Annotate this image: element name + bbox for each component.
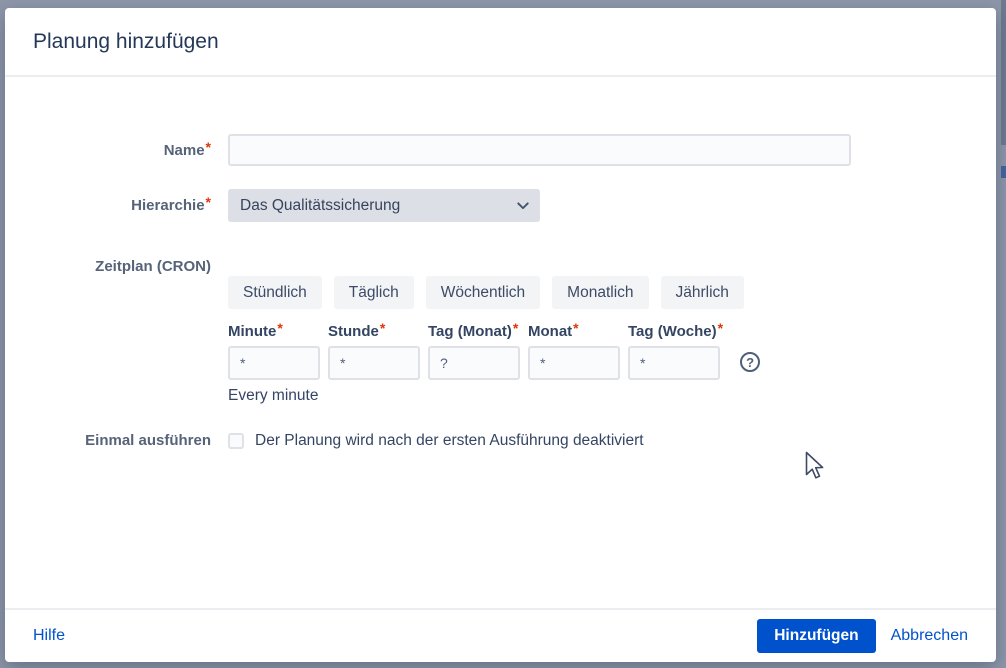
- cron-label: Zeitplan (CRON): [33, 258, 211, 276]
- cron-day-of-week-input[interactable]: [628, 346, 720, 380]
- footer-actions: Hinzufügen Abbrechen: [757, 619, 968, 653]
- cron-hour-col: Stunde*: [328, 322, 420, 380]
- required-asterisk: *: [206, 139, 211, 155]
- hierarchy-label: Hierarchie*: [33, 196, 211, 215]
- cron-hour-label: Stunde*: [328, 322, 420, 341]
- hierarchy-select[interactable]: Das Qualitätssicherung: [228, 189, 540, 222]
- dialog-body: Name* Hierarchie* Das Qualitätssicherung…: [5, 77, 996, 608]
- cron-minute-label: Minute*: [228, 322, 320, 341]
- cron-day-of-month-col: Tag (Monat)*: [428, 322, 520, 380]
- background-page-fragment: [1001, 166, 1006, 178]
- dialog-title: Planung hinzufügen: [33, 28, 968, 56]
- cron-description: Every minute: [228, 387, 760, 405]
- add-schedule-dialog: Planung hinzufügen Name* Hierarchie* Das…: [5, 8, 996, 662]
- run-once-checkbox-label: Der Planung wird nach der ersten Ausführ…: [255, 432, 644, 450]
- run-once-checkbox-wrap: Der Planung wird nach der ersten Ausführ…: [228, 432, 644, 450]
- preset-weekly-button[interactable]: Wöchentlich: [426, 276, 540, 309]
- required-asterisk: *: [206, 194, 211, 210]
- name-label: Name*: [33, 141, 211, 160]
- cron-group: Stündlich Täglich Wöchentlich Monatlich …: [228, 258, 760, 405]
- required-asterisk: *: [380, 320, 385, 336]
- preset-daily-button[interactable]: Täglich: [334, 276, 414, 309]
- cron-month-label: Monat*: [528, 322, 620, 341]
- cron-day-of-week-label: Tag (Woche)*: [628, 322, 723, 341]
- dimmed-page-overlay: Planung hinzufügen Name* Hierarchie* Das…: [0, 0, 1006, 668]
- background-page-fragment: [1001, 0, 1006, 145]
- cron-hour-input[interactable]: [328, 346, 420, 380]
- cron-month-col: Monat*: [528, 322, 620, 380]
- cron-day-of-month-input[interactable]: [428, 346, 520, 380]
- preset-hourly-button[interactable]: Stündlich: [228, 276, 322, 309]
- name-input[interactable]: [228, 134, 851, 166]
- help-icon[interactable]: ?: [740, 352, 760, 372]
- add-button[interactable]: Hinzufügen: [757, 619, 875, 653]
- required-asterisk: *: [513, 320, 518, 336]
- chevron-down-icon: [517, 202, 529, 210]
- required-asterisk: *: [277, 320, 282, 336]
- required-asterisk: *: [718, 320, 723, 336]
- dialog-footer: Hilfe Hinzufügen Abbrechen: [5, 608, 996, 662]
- cron-month-input[interactable]: [528, 346, 620, 380]
- cron-day-of-month-label: Tag (Monat)*: [428, 322, 520, 341]
- name-field-row: Name*: [33, 134, 968, 166]
- cron-presets: Stündlich Täglich Wöchentlich Monatlich …: [228, 276, 760, 309]
- cron-minute-col: Minute*: [228, 322, 320, 380]
- run-once-field-row: Einmal ausführen Der Planung wird nach d…: [33, 432, 968, 450]
- hierarchy-field-row: Hierarchie* Das Qualitätssicherung: [33, 189, 968, 222]
- cron-fields: Minute* Stunde* Tag (Monat)* Monat*: [228, 322, 760, 380]
- hierarchy-selected-value: Das Qualitätssicherung: [240, 197, 400, 215]
- preset-yearly-button[interactable]: Jährlich: [661, 276, 744, 309]
- preset-monthly-button[interactable]: Monatlich: [552, 276, 648, 309]
- required-asterisk: *: [573, 320, 578, 336]
- run-once-checkbox[interactable]: [228, 433, 244, 449]
- cron-day-of-week-col: Tag (Woche)*: [628, 322, 723, 380]
- dialog-header: Planung hinzufügen: [5, 8, 996, 77]
- cron-minute-input[interactable]: [228, 346, 320, 380]
- run-once-label: Einmal ausführen: [33, 432, 211, 450]
- cron-field-row: Zeitplan (CRON) Stündlich Täglich Wöchen…: [33, 258, 968, 405]
- cancel-link[interactable]: Abbrechen: [891, 627, 968, 645]
- help-link[interactable]: Hilfe: [33, 627, 65, 645]
